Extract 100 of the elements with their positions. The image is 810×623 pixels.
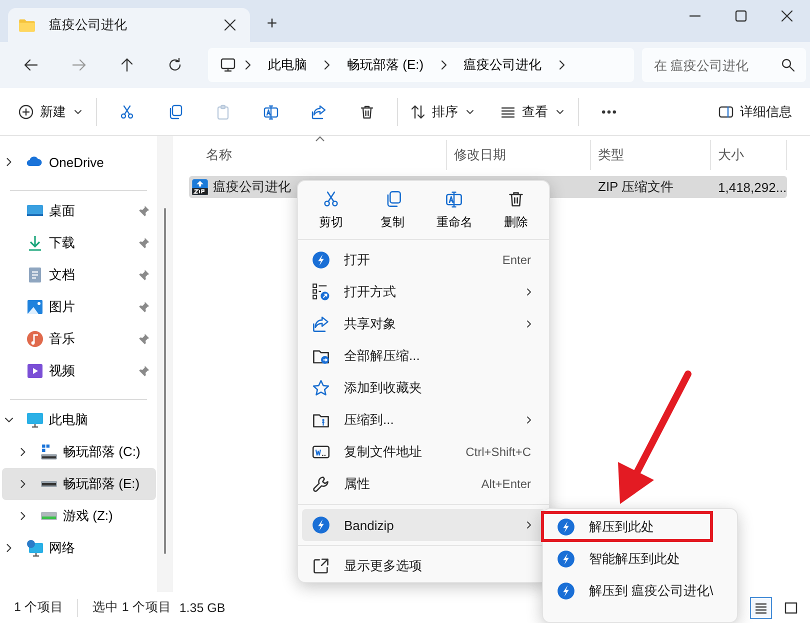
sidebar-item[interactable]: 畅玩部落 (C:) <box>2 436 156 468</box>
menu-item[interactable]: 添加到收藏夹 <box>302 372 545 404</box>
sidebar-item[interactable]: 音乐 <box>2 323 156 355</box>
status-text: 1.35 GB <box>179 600 226 614</box>
close-icon <box>779 8 795 24</box>
file-name: 瘟疫公司进化 <box>213 178 291 196</box>
browser-tab[interactable]: 瘟疫公司进化 <box>8 8 250 42</box>
details-button[interactable]: 详细信息 <box>712 94 798 128</box>
address-bar[interactable]: 此电脑 畅玩部落 (E:) 瘟疫公司进化 <box>208 48 634 82</box>
menu-item[interactable]: 解压到 瘟疫公司进化\ <box>543 575 737 607</box>
view-toggle[interactable] <box>750 596 772 618</box>
breadcrumb[interactable]: 瘟疫公司进化 <box>456 52 550 78</box>
quick-action-button[interactable]: 复制 <box>362 181 423 239</box>
drive-icon <box>41 444 57 460</box>
tiles-view-icon <box>783 600 799 616</box>
video-icon <box>26 362 44 380</box>
scissors-icon <box>322 190 340 208</box>
tab-title: 瘟疫公司进化 <box>49 16 128 34</box>
trash-icon <box>506 190 525 208</box>
clipboard-icon <box>215 104 231 120</box>
shortcut-text: Alt+Enter <box>481 477 531 491</box>
new-tab-button[interactable]: + <box>257 8 287 38</box>
star-icon <box>312 379 330 397</box>
share-icon <box>312 315 330 333</box>
share-icon <box>311 104 327 120</box>
maximize-icon <box>733 8 749 24</box>
column-header[interactable]: 名称 <box>189 140 447 170</box>
file-size: 1,418,292... <box>717 180 787 194</box>
expand-icon <box>312 557 330 575</box>
sidebar-item[interactable]: 桌面 <box>2 195 156 227</box>
monitor-icon <box>26 411 44 429</box>
sidebar-item[interactable]: 图片 <box>2 291 156 323</box>
music-note-icon <box>26 330 44 348</box>
menu-item[interactable]: 共享对象 <box>302 308 545 340</box>
column-header[interactable]: 大小 <box>711 140 787 170</box>
more-icon <box>602 110 616 114</box>
sidebar-item[interactable]: 下载 <box>2 227 156 259</box>
file-type: ZIP 压缩文件 <box>597 178 675 196</box>
path-icon <box>312 443 330 461</box>
refresh-icon <box>167 57 183 73</box>
menu-item[interactable]: 打开方式 <box>302 276 545 308</box>
bolt-icon <box>312 251 330 269</box>
bolt-icon <box>557 550 575 568</box>
minimize-icon <box>689 15 701 17</box>
column-header[interactable]: 修改日期 <box>447 140 591 170</box>
drive-icon <box>41 481 57 487</box>
scissors-icon <box>119 104 135 120</box>
menu-item[interactable]: 属性 Alt+Enter <box>302 468 545 500</box>
back-arrow-icon <box>23 57 39 73</box>
shortcut-text: Ctrl+Shift+C <box>466 445 531 459</box>
wrench-icon <box>312 475 330 493</box>
view-button[interactable]: 查看 <box>494 94 572 128</box>
trash-icon <box>359 104 375 120</box>
menu-item[interactable]: 智能解压到此处 <box>543 543 737 575</box>
drive-icon <box>41 512 57 520</box>
breadcrumb[interactable]: 此电脑 <box>260 52 315 78</box>
quick-action-button[interactable]: 删除 <box>486 181 546 239</box>
menu-item[interactable]: 复制文件地址 Ctrl+Shift+C <box>302 436 545 468</box>
plus-icon <box>18 104 34 120</box>
forward-arrow-icon <box>71 57 87 73</box>
scrollbar-thumb[interactable] <box>164 208 166 554</box>
new-button[interactable]: 新建 <box>12 94 90 128</box>
up-arrow-icon <box>119 57 135 73</box>
search-icon <box>780 57 796 73</box>
shortcut-text: Enter <box>502 253 531 267</box>
sidebar-item[interactable]: 此电脑 <box>2 404 156 436</box>
sidebar-item[interactable]: 文档 <box>2 259 156 291</box>
sidebar-item[interactable]: 网络 <box>2 532 156 564</box>
sidebar-item[interactable]: 视频 <box>2 355 156 387</box>
bolt-icon <box>312 516 330 534</box>
column-header[interactable]: 类型 <box>591 140 711 170</box>
sort-button[interactable]: 排序 <box>404 94 482 128</box>
quick-action-button[interactable]: 剪切 <box>301 181 361 239</box>
menu-item[interactable]: Bandizip <box>302 509 545 541</box>
copy-icon <box>167 104 183 120</box>
apps-icon <box>312 283 330 301</box>
search-field[interactable]: 在 瘟疫公司进化 <box>642 48 806 82</box>
status-text: 1 个项目 <box>14 599 64 616</box>
sidebar-item[interactable]: OneDrive <box>2 146 156 178</box>
details-pane-icon <box>718 104 734 120</box>
network-icon <box>26 539 44 557</box>
quick-action-button[interactable]: 重命名 <box>424 181 484 239</box>
download-icon <box>26 234 44 252</box>
status-text: 选中 1 个项目 <box>92 599 172 616</box>
monitor-icon <box>220 57 236 73</box>
menu-item[interactable]: 压缩到... <box>302 404 545 436</box>
close-icon <box>222 17 238 33</box>
menu-item[interactable]: 解压到此处 <box>543 511 737 543</box>
sidebar-item[interactable]: 游戏 (Z:) <box>2 500 156 532</box>
breadcrumb[interactable]: 畅玩部落 (E:) <box>339 52 432 78</box>
sidebar-item[interactable]: 畅玩部落 (E:) <box>2 468 156 500</box>
menu-item[interactable]: 显示更多选项 <box>302 550 545 582</box>
menu-item[interactable]: 全部解压缩... <box>302 340 545 372</box>
document-icon <box>26 266 44 284</box>
menu-item[interactable]: 打开 Enter <box>302 244 545 276</box>
rename-icon <box>445 190 464 208</box>
bolt-icon <box>557 518 575 536</box>
rename-icon <box>263 104 279 120</box>
bolt-icon <box>557 582 575 600</box>
sort-icon <box>410 104 426 120</box>
